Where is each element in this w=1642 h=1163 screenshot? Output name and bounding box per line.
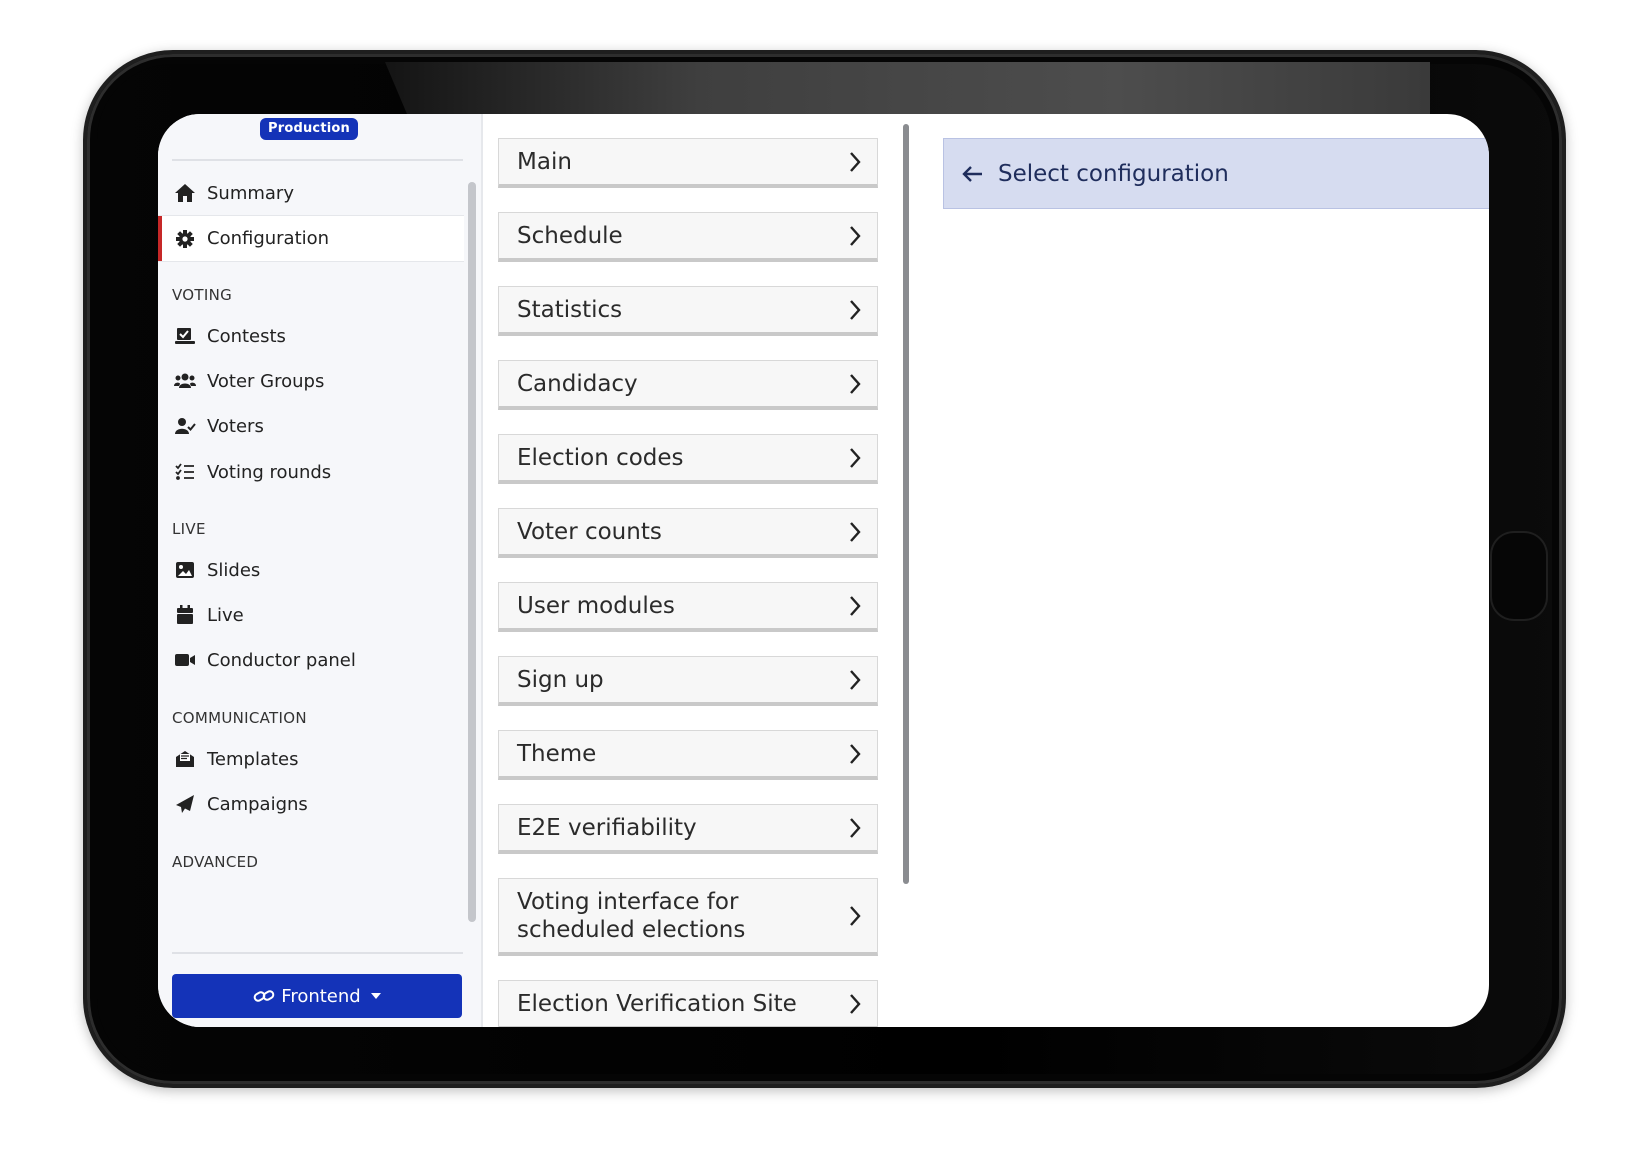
video-icon (174, 650, 196, 670)
list-check-icon (174, 462, 196, 482)
sidebar-item-label: Voter Groups (207, 370, 325, 392)
config-item-voting-interface-scheduled[interactable]: Voting interface for scheduled elections (498, 878, 878, 956)
section-heading-advanced: ADVANCED (172, 853, 259, 871)
config-item-schedule[interactable]: Schedule (498, 212, 878, 262)
sidebar-item-campaigns[interactable]: Campaigns (158, 781, 464, 827)
config-item-label: E2E verifiability (517, 814, 697, 841)
config-item-label: Election codes (517, 444, 684, 471)
paper-plane-icon (174, 794, 196, 814)
select-configuration-label: Select configuration (998, 160, 1229, 187)
config-item-main[interactable]: Main (498, 138, 878, 188)
sidebar-item-slides[interactable]: Slides (158, 547, 464, 593)
sidebar-divider-bottom (172, 952, 463, 954)
config-item-candidacy[interactable]: Candidacy (498, 360, 878, 410)
chevron-right-icon (850, 993, 861, 1014)
calendar-icon (174, 605, 196, 625)
sidebar-item-voters[interactable]: Voters (158, 403, 464, 449)
config-item-label: Election Verification Site (517, 990, 797, 1017)
sidebar-item-label: Conductor panel (207, 649, 356, 671)
bezel-glare (385, 62, 1430, 114)
chevron-right-icon (850, 669, 861, 690)
frontend-button-label: Frontend (281, 985, 361, 1007)
select-configuration-panel: Select configuration (943, 138, 1489, 209)
config-item-label: Voting interface for scheduled elections (517, 888, 746, 943)
config-item-label: Candidacy (517, 370, 638, 397)
config-list-scrollbar[interactable] (903, 124, 909, 884)
config-item-theme[interactable]: Theme (498, 730, 878, 780)
environment-badge: Production (260, 118, 358, 140)
link-icon (253, 990, 275, 1002)
config-item-sign-up[interactable]: Sign up (498, 656, 878, 706)
sidebar-item-contests[interactable]: Contests (158, 313, 464, 359)
chevron-right-icon (850, 743, 861, 764)
sidebar-item-label: Summary (207, 182, 294, 204)
config-item-election-codes[interactable]: Election codes (498, 434, 878, 484)
sidebar-item-live[interactable]: Live (158, 592, 464, 638)
sidebar-item-conductor-panel[interactable]: Conductor panel (158, 637, 464, 683)
sidebar-item-summary[interactable]: Summary (158, 170, 464, 216)
chevron-right-icon (850, 595, 861, 616)
user-check-icon (174, 416, 196, 436)
home-icon (174, 183, 196, 203)
arrow-left-icon[interactable] (962, 165, 984, 183)
sidebar-item-label: Templates (207, 748, 299, 770)
config-item-label: Theme (517, 740, 597, 767)
tablet-side-button (1492, 533, 1546, 619)
sidebar-item-label: Configuration (207, 228, 330, 249)
ballot-icon (174, 326, 196, 346)
sidebar-border (481, 114, 483, 1027)
config-item-voter-counts[interactable]: Voter counts (498, 508, 878, 558)
envelope-icon (174, 749, 196, 769)
frontend-button[interactable]: Frontend (172, 974, 462, 1018)
config-item-label: User modules (517, 592, 675, 619)
gear-icon (174, 229, 196, 249)
config-item-statistics[interactable]: Statistics (498, 286, 878, 336)
sidebar-divider-top (172, 159, 463, 161)
config-item-election-verification-site[interactable]: Election Verification Site (498, 980, 878, 1027)
caret-down-icon (370, 993, 381, 999)
chevron-right-icon (850, 299, 861, 320)
chevron-right-icon (850, 521, 861, 542)
sidebar-item-label: Live (207, 604, 244, 626)
config-item-label: Statistics (517, 296, 623, 323)
chevron-right-icon (850, 817, 861, 838)
config-item-label: Voter counts (517, 518, 662, 545)
sidebar-item-label: Voters (207, 415, 264, 437)
config-item-label: Sign up (517, 666, 604, 693)
sidebar-item-templates[interactable]: Templates (158, 736, 464, 782)
chevron-right-icon (850, 447, 861, 468)
chevron-right-icon (850, 373, 861, 394)
sidebar-item-voter-groups[interactable]: Voter Groups (158, 358, 464, 404)
app-screen: Production Summary Configuration VOTING … (158, 114, 1489, 1027)
config-item-label: Schedule (517, 222, 623, 249)
sidebar-item-label: Campaigns (207, 793, 308, 815)
sidebar-item-label: Voting rounds (207, 461, 332, 483)
sidebar: Production Summary Configuration VOTING … (158, 114, 481, 1027)
sidebar-item-voting-rounds[interactable]: Voting rounds (158, 449, 464, 495)
config-item-user-modules[interactable]: User modules (498, 582, 878, 632)
section-heading-voting: VOTING (172, 286, 233, 304)
sidebar-item-configuration[interactable]: Configuration (158, 215, 464, 262)
config-item-e2e-verifiability[interactable]: E2E verifiability (498, 804, 878, 854)
section-heading-live: LIVE (172, 520, 206, 538)
image-icon (174, 560, 196, 580)
users-icon (174, 371, 196, 391)
config-item-label: Main (517, 148, 572, 175)
chevron-right-icon (850, 225, 861, 246)
sidebar-item-label: Contests (207, 325, 286, 347)
chevron-right-icon (850, 151, 861, 172)
sidebar-scrollbar[interactable] (468, 182, 476, 922)
chevron-right-icon (850, 905, 861, 926)
sidebar-item-label: Slides (207, 559, 261, 581)
section-heading-communication: COMMUNICATION (172, 709, 307, 727)
